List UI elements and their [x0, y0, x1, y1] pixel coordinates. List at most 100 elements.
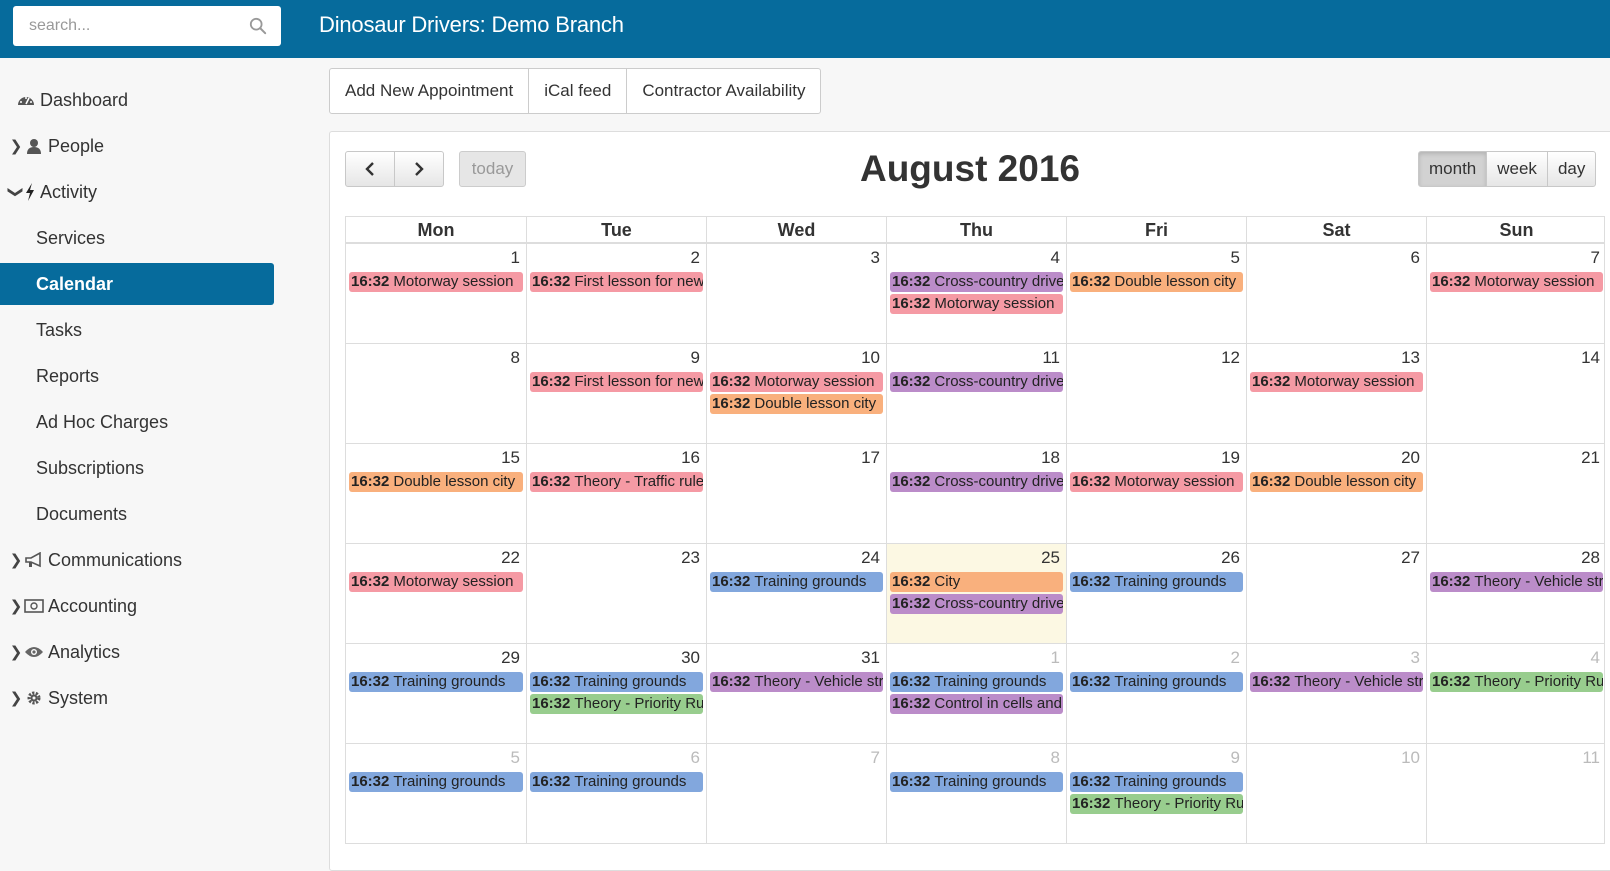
day-cell[interactable]: 6 16:32 Training grounds [526, 744, 706, 843]
day-cell[interactable]: 2 16:32 Training grounds [1066, 644, 1246, 743]
calendar-event[interactable]: 16:32 Training grounds [1070, 672, 1243, 692]
calendar-event[interactable]: 16:32 Theory - Traffic rule [530, 472, 703, 492]
day-cell[interactable]: 12 [1066, 344, 1246, 443]
day-cell[interactable]: 3 [706, 244, 886, 343]
view-week-button[interactable]: week [1486, 151, 1548, 187]
day-cell[interactable]: 9 16:32 First lesson for new [526, 344, 706, 443]
calendar-event[interactable]: 16:32 Theory - Priority Ru [1430, 672, 1603, 692]
calendar-event[interactable]: 16:32 Training grounds [1070, 772, 1243, 792]
calendar-event[interactable]: 16:32 Double lesson city [349, 472, 523, 492]
calendar-event[interactable]: 16:32 Double lesson city [1250, 472, 1423, 492]
day-cell[interactable]: 10 16:32 Motorway session 16:32 Double lesso… [706, 344, 886, 443]
calendar-event[interactable]: 16:32 Cross-country drive [890, 472, 1063, 492]
calendar-event[interactable]: 16:32 City [890, 572, 1063, 592]
day-cell[interactable]: 9 16:32 Training grounds 16:32 Theory - Prio… [1066, 744, 1246, 843]
calendar-event[interactable]: 16:32 Training grounds [530, 672, 703, 692]
day-cell[interactable]: 14 [1426, 344, 1606, 443]
sidebar-item-tasks[interactable]: Tasks [0, 309, 82, 351]
day-cell[interactable]: 8 [346, 344, 526, 443]
day-cell[interactable]: 11 16:32 Cross-country drive [886, 344, 1066, 443]
day-cell[interactable]: 28 16:32 Theory - Vehicle str [1426, 544, 1606, 643]
day-cell[interactable]: 16 16:32 Theory - Traffic rule [526, 444, 706, 543]
sidebar-item-communications[interactable]: ❯ Communications [0, 539, 182, 581]
day-cell[interactable]: 2 16:32 First lesson for new [526, 244, 706, 343]
calendar-event[interactable]: 16:32 Training grounds [890, 772, 1063, 792]
calendar-event[interactable]: 16:32 Theory - Priority Ru [1070, 794, 1243, 814]
day-cell[interactable]: 4 16:32 Theory - Priority Ru [1426, 644, 1606, 743]
day-cell[interactable]: 1 16:32 Motorway session [346, 244, 526, 343]
sidebar-item-subscriptions[interactable]: Subscriptions [0, 447, 144, 489]
calendar-event[interactable]: 16:32 First lesson for new [530, 272, 703, 292]
sidebar-item-dashboard[interactable]: Dashboard [16, 79, 128, 121]
day-cell[interactable]: 19 16:32 Motorway session [1066, 444, 1246, 543]
calendar-event[interactable]: 16:32 Motorway session [1070, 472, 1243, 492]
sidebar-item-accounting[interactable]: ❯ Accounting [0, 585, 137, 627]
calendar-event[interactable]: 16:32 Motorway session [890, 294, 1063, 314]
sidebar-item-reports[interactable]: Reports [0, 355, 99, 397]
view-month-button[interactable]: month [1418, 151, 1488, 187]
day-cell[interactable]: 13 16:32 Motorway session [1246, 344, 1426, 443]
day-cell-today[interactable]: 25 16:32 City 16:32 Cross-country drive [886, 544, 1066, 643]
day-cell[interactable]: 5 16:32 Double lesson city [1066, 244, 1246, 343]
day-cell[interactable]: 26 16:32 Training grounds [1066, 544, 1246, 643]
day-cell[interactable]: 7 16:32 Motorway session [1426, 244, 1606, 343]
search-icon[interactable] [249, 17, 267, 35]
calendar-event[interactable]: 16:32 Double lesson city [710, 394, 883, 414]
day-cell[interactable]: 27 [1246, 544, 1426, 643]
day-cell[interactable]: 31 16:32 Theory - Vehicle str [706, 644, 886, 743]
calendar-event[interactable]: 16:32 Control in cells and [890, 694, 1063, 714]
calendar-event[interactable]: 16:32 Theory - Vehicle str [1250, 672, 1423, 692]
sidebar-item-activity[interactable]: ❯ Activity [0, 171, 97, 213]
sidebar-item-analytics[interactable]: ❯ Analytics [0, 631, 120, 673]
calendar-event[interactable]: 16:32 Motorway session [1250, 372, 1423, 392]
day-cell[interactable]: 21 [1426, 444, 1606, 543]
view-day-button[interactable]: day [1546, 151, 1597, 187]
sidebar-item-ad-hoc-charges[interactable]: Ad Hoc Charges [0, 401, 168, 443]
day-cell[interactable]: 17 [706, 444, 886, 543]
calendar-event[interactable]: 16:32 Motorway session [349, 272, 523, 292]
next-button[interactable] [394, 151, 444, 187]
day-cell[interactable]: 11 [1426, 744, 1606, 843]
calendar-event[interactable]: 16:32 Double lesson city [1070, 272, 1243, 292]
day-cell[interactable]: 23 [526, 544, 706, 643]
sidebar-item-services[interactable]: Services [0, 217, 105, 259]
day-cell[interactable]: 7 [706, 744, 886, 843]
calendar-event[interactable]: 16:32 Training grounds [710, 572, 883, 592]
calendar-event[interactable]: 16:32 Training grounds [530, 772, 703, 792]
sidebar-item-system[interactable]: ❯ System [0, 677, 108, 719]
day-cell[interactable]: 15 16:32 Double lesson city [346, 444, 526, 543]
calendar-event[interactable]: 16:32 Cross-country drive [890, 272, 1063, 292]
calendar-event[interactable]: 16:32 Training grounds [349, 672, 523, 692]
day-cell[interactable]: 6 [1246, 244, 1426, 343]
calendar-event[interactable]: 16:32 Training grounds [349, 772, 523, 792]
day-cell[interactable]: 10 [1246, 744, 1426, 843]
calendar-event[interactable]: 16:32 Training grounds [1070, 572, 1243, 592]
calendar-event[interactable]: 16:32 First lesson for new [530, 372, 703, 392]
day-cell[interactable]: 20 16:32 Double lesson city [1246, 444, 1426, 543]
calendar-event[interactable]: 16:32 Theory - Vehicle str [1430, 572, 1603, 592]
day-cell[interactable]: 22 16:32 Motorway session [346, 544, 526, 643]
calendar-event[interactable]: 16:32 Cross-country drive [890, 372, 1063, 392]
day-cell[interactable]: 4 16:32 Cross-country drive 16:32 Motorway s… [886, 244, 1066, 343]
calendar-event[interactable]: 16:32 Motorway session [1430, 272, 1603, 292]
day-cell[interactable]: 3 16:32 Theory - Vehicle str [1246, 644, 1426, 743]
contractor-availability-button[interactable]: Contractor Availability [626, 68, 822, 114]
search-input[interactable] [13, 6, 243, 46]
sidebar-item-documents[interactable]: Documents [0, 493, 127, 535]
day-cell[interactable]: 29 16:32 Training grounds [346, 644, 526, 743]
calendar-event[interactable]: 16:32 Theory - Vehicle str [710, 672, 883, 692]
day-cell[interactable]: 5 16:32 Training grounds [346, 744, 526, 843]
today-button[interactable]: today [459, 151, 526, 187]
calendar-event[interactable]: 16:32 Cross-country drive [890, 594, 1063, 614]
calendar-event[interactable]: 16:32 Motorway session [349, 572, 523, 592]
add-appointment-button[interactable]: Add New Appointment [329, 68, 530, 114]
day-cell[interactable]: 1 16:32 Training grounds 16:32 Control in ce… [886, 644, 1066, 743]
day-cell[interactable]: 18 16:32 Cross-country drive [886, 444, 1066, 543]
day-cell[interactable]: 8 16:32 Training grounds [886, 744, 1066, 843]
calendar-event[interactable]: 16:32 Training grounds [890, 672, 1063, 692]
day-cell[interactable]: 24 16:32 Training grounds [706, 544, 886, 643]
day-cell[interactable]: 30 16:32 Training grounds 16:32 Theory - Pri… [526, 644, 706, 743]
calendar-event[interactable]: 16:32 Motorway session [710, 372, 883, 392]
ical-feed-button[interactable]: iCal feed [528, 68, 628, 114]
calendar-event[interactable]: 16:32 Theory - Priority Ru [530, 694, 703, 714]
